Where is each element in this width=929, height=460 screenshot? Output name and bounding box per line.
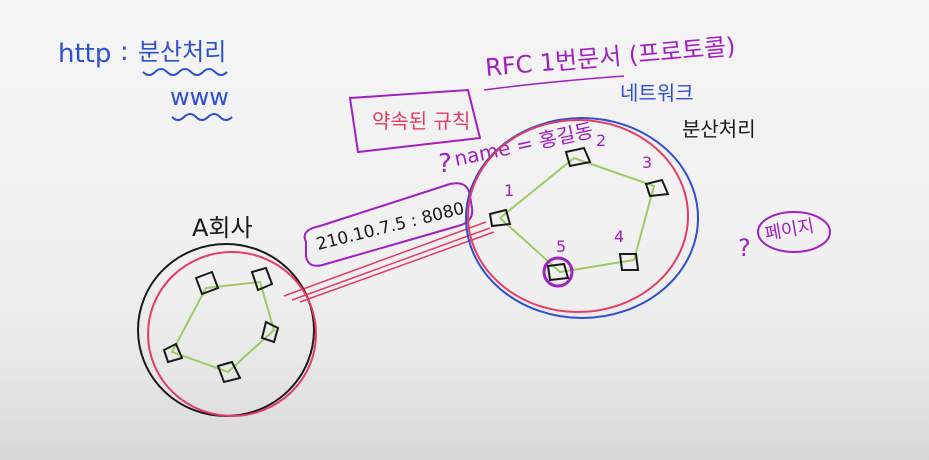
- right-node-2: [564, 146, 592, 168]
- http-colon: :: [120, 37, 129, 67]
- node-2-label: 2: [596, 131, 606, 150]
- node-4-label: 4: [614, 227, 624, 246]
- http-desc-label: 분산처리: [138, 38, 226, 66]
- http-desc-underline: [142, 68, 228, 76]
- rfc-label: RFC 1번문서 (프로토콜): [484, 32, 737, 82]
- left-network-ring: [170, 280, 276, 374]
- page-label: 페이지: [763, 216, 816, 245]
- www-underline: [171, 113, 233, 121]
- a-company-label: A회사: [192, 214, 253, 242]
- node-1-label: 1: [504, 181, 514, 200]
- diagram: http : 분산처리 www 약속된 규칙 RFC 1번문서 (프로토콜) 네…: [58, 32, 831, 417]
- name-eq-label: name = 홍길동: [452, 118, 595, 171]
- right-node-3: [644, 178, 670, 198]
- promise-label: 약속된 규칙: [372, 109, 470, 133]
- promise-box: 약속된 규칙: [348, 88, 482, 154]
- address-bubble: 210.10.7.5 : 8080: [303, 182, 474, 267]
- right-network: 1 2 3 4 5: [465, 117, 699, 319]
- page-qmark: ?: [738, 234, 751, 262]
- distributed-label: 분산처리: [682, 117, 756, 141]
- http-label: http: [58, 39, 111, 69]
- whiteboard-canvas: http : 분산처리 www 약속된 규칙 RFC 1번문서 (프로토콜) 네…: [0, 0, 929, 460]
- left-network: [137, 243, 317, 417]
- left-node-top: [194, 270, 220, 296]
- page-note: ? 페이지: [738, 211, 831, 262]
- http-note: http : 분산처리 www: [58, 37, 233, 121]
- left-network-red-circle: [147, 251, 317, 417]
- left-node-right: [260, 320, 280, 344]
- qmark-label: ?: [438, 149, 452, 179]
- network-label: 네트워크: [620, 81, 694, 105]
- node-3-label: 3: [642, 153, 652, 172]
- left-network-black-circle: [137, 243, 315, 417]
- www-label: www: [170, 83, 229, 111]
- node-5-label: 5: [556, 237, 566, 256]
